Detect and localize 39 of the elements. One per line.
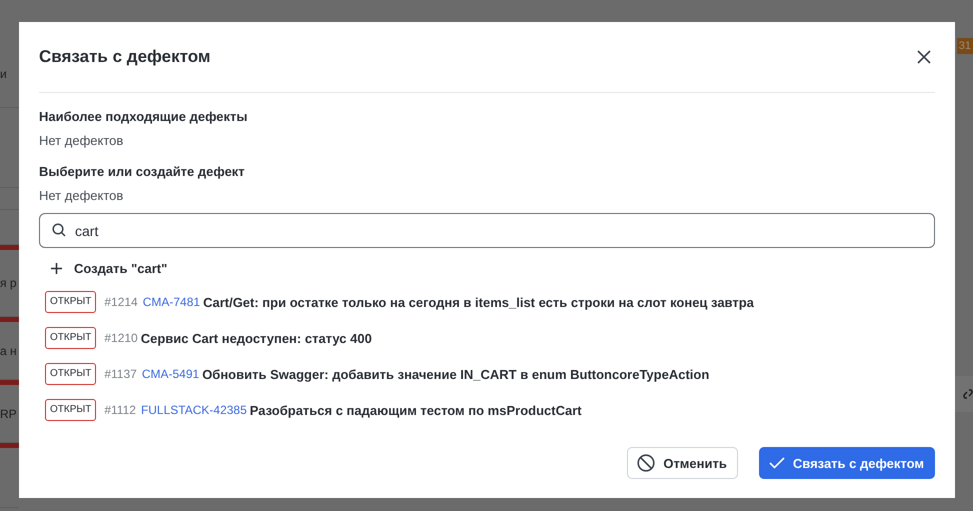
- issue-link[interactable]: FULLSTACK-42385: [140, 403, 247, 417]
- defect-item[interactable]: ОТКРЫТ #1210 Сервис Cart недоступен: статус 400: [45, 326, 935, 350]
- defect-title: Сервис Cart недоступен: статус 400: [140, 330, 372, 346]
- empty-message: Нет дефектов: [39, 133, 124, 148]
- status-tag: ОТКРЫТ: [45, 399, 96, 421]
- defect-title: Обновить Swagger: добавить значение IN_CART в enum ButtoncoreTypeAction: [202, 366, 710, 382]
- background-text: RP: [0, 406, 17, 420]
- check-icon: [768, 457, 785, 469]
- defect-number: #1112: [104, 403, 136, 417]
- defect-number: #1210: [104, 331, 138, 345]
- empty-message: Нет дефектов: [39, 188, 124, 203]
- defect-item[interactable]: ОТКРЫТ #1137 CMA-5491 Обновить Swagger: добавить значение IN_CART в enum ButtoncoreTypeAction: [45, 362, 935, 386]
- background-text: а н: [0, 344, 17, 358]
- section-heading: Наиболее подходящие дефекты: [39, 109, 248, 124]
- issue-link[interactable]: CMA-7481: [142, 295, 200, 309]
- status-tag: ОТКРЫТ: [45, 363, 96, 385]
- defect-number: #1137: [104, 367, 137, 381]
- create-button[interactable]: Создать "cart": [51, 259, 168, 278]
- defect-title: Cart/Get: при остатке только на сегодня в items_list есть строки на слот конец завтра: [203, 294, 754, 310]
- dialog-title: Связать с дефектом: [39, 47, 210, 67]
- prohibited-icon: [637, 454, 656, 472]
- section-heading: Выберите или создайте дефект: [39, 164, 246, 179]
- count-badge: 31: [956, 38, 973, 54]
- background-text: я р: [0, 276, 17, 290]
- search-field[interactable]: cart: [39, 213, 935, 248]
- defect-item[interactable]: ОТКРЫТ #1214 CMA-7481 Cart/Get: при остатке только на сегодня в items_list есть строки на слот конец завтра: [45, 290, 935, 314]
- defect-item[interactable]: ОТКРЫТ #1112 FULLSTACK-42385 Разобраться с падающим тестом по msProductCart: [45, 398, 935, 422]
- search-icon: [52, 223, 66, 237]
- link-defect-button[interactable]: Связать с дефектом: [758, 447, 935, 479]
- status-tag: ОТКРЫТ: [45, 291, 96, 313]
- plus-icon: [51, 263, 62, 274]
- status-tag: ОТКРЫТ: [45, 327, 96, 349]
- defect-title: Разобраться с падающим тестом по msProductCart: [250, 402, 582, 418]
- background-text: и: [0, 66, 7, 80]
- link-icon[interactable]: [963, 388, 973, 400]
- close-icon: [917, 50, 931, 64]
- issue-link[interactable]: CMA-5491: [142, 367, 200, 381]
- defect-number: #1214: [104, 295, 138, 309]
- cancel-button[interactable]: Отменить: [627, 447, 738, 479]
